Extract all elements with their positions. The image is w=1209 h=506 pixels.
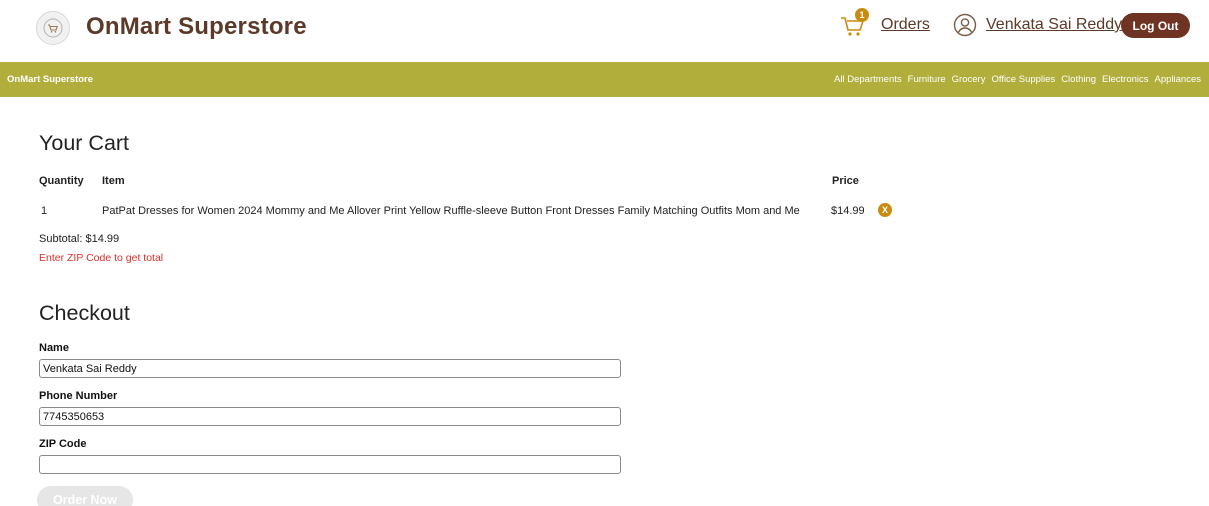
phone-label: Phone Number [39,390,118,402]
remove-item-icon[interactable]: X [878,203,892,217]
zip-field[interactable] [39,455,621,474]
site-header: OnMart Superstore 1 Orders Venkata Sai R… [0,0,1209,58]
user-profile-link[interactable]: Venkata Sai Reddy [986,16,1122,34]
order-now-button[interactable]: Order Now [37,486,133,506]
user-icon [953,13,977,37]
category-navbar: OnMart Superstore All Departments Furnit… [0,62,1209,97]
cart-title: Your Cart [39,131,130,155]
cart-count-badge: 1 [855,8,869,22]
column-header-price: Price [832,175,859,187]
zip-required-message: Enter ZIP Code to get total [39,252,164,264]
name-label: Name [39,342,69,354]
navbar-brand[interactable]: OnMart Superstore [7,74,93,85]
nav-link-furniture[interactable]: Furniture [908,74,946,85]
nav-link-electronics[interactable]: Electronics [1102,74,1148,85]
nav-links: All Departments Furniture Grocery Office… [834,74,1201,85]
cart-item-price: $14.99 [831,205,865,217]
zip-label: ZIP Code [39,438,87,450]
cart-item-name: PatPat Dresses for Women 2024 Mommy and … [102,205,800,217]
brand-title[interactable]: OnMart Superstore [86,13,307,41]
checkout-title: Checkout [39,301,130,325]
cart-subtotal: Subtotal: $14.99 [39,233,120,245]
logout-button[interactable]: Log Out [1121,13,1190,38]
column-header-item: Item [102,175,125,187]
phone-field[interactable] [39,407,621,426]
cart-item-quantity: 1 [41,205,48,217]
nav-link-office-supplies[interactable]: Office Supplies [991,74,1055,85]
name-field[interactable] [39,359,621,378]
nav-link-appliances[interactable]: Appliances [1155,74,1201,85]
nav-link-all-departments[interactable]: All Departments [834,74,902,85]
orders-link[interactable]: Orders [881,16,930,34]
nav-link-clothing[interactable]: Clothing [1061,74,1096,85]
column-header-quantity: Quantity [39,175,84,187]
nav-link-grocery[interactable]: Grocery [952,74,986,85]
cart-logo-icon[interactable] [36,11,70,45]
